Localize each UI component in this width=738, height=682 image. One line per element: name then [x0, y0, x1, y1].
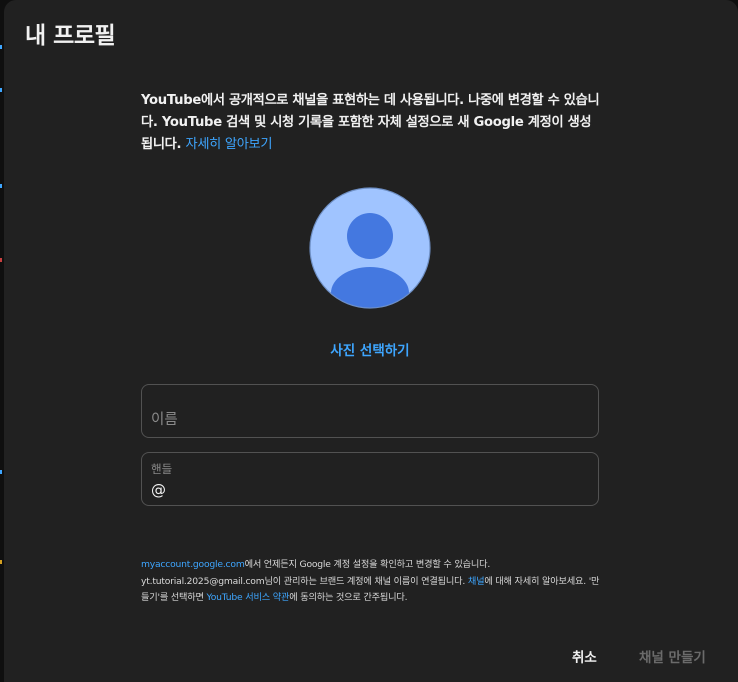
- footer-email: yt.tutorial.2025@gmail.com: [141, 575, 265, 587]
- dialog-description: YouTube에서 공개적으로 채널을 표현하는 데 사용됩니다. 나중에 변경…: [141, 90, 603, 156]
- footer-text-4: 에 동의하는 것으로 간주됩니다.: [289, 592, 408, 603]
- learn-more-link[interactable]: 자세히 알아보기: [186, 137, 273, 152]
- name-input[interactable]: [151, 409, 589, 431]
- handle-label: 핸들: [151, 462, 173, 476]
- footer-note: myaccount.google.com에서 언제든지 Google 계정 설정…: [141, 557, 603, 607]
- terms-link[interactable]: YouTube 서비스 약관: [207, 592, 290, 603]
- create-channel-dialog: 내 프로필 YouTube에서 공개적으로 채널을 표현하는 데 사용됩니다. …: [4, 0, 738, 682]
- handle-field[interactable]: 핸들 @: [141, 452, 599, 506]
- cancel-button[interactable]: 취소: [564, 640, 605, 672]
- name-field[interactable]: [141, 384, 599, 438]
- channel-link[interactable]: 채널: [468, 576, 485, 587]
- create-channel-button[interactable]: 채널 만들기: [631, 640, 714, 672]
- account-link[interactable]: myaccount.google.com: [141, 559, 245, 570]
- handle-prefix: @: [151, 481, 166, 499]
- footer-text-1: 에서 언제든지 Google 계정 설정을 확인하고 변경할 수 있습니다.: [244, 559, 491, 570]
- avatar-svg: [309, 187, 431, 309]
- dialog-title: 내 프로필: [25, 23, 116, 49]
- choose-photo-button[interactable]: 사진 선택하기: [270, 337, 470, 361]
- handle-input[interactable]: [169, 481, 589, 501]
- footer-text-2: 님이 관리하는 브랜드 계정에 채널 이름이 연결됩니다.: [264, 575, 468, 587]
- default-avatar-icon[interactable]: [309, 187, 431, 309]
